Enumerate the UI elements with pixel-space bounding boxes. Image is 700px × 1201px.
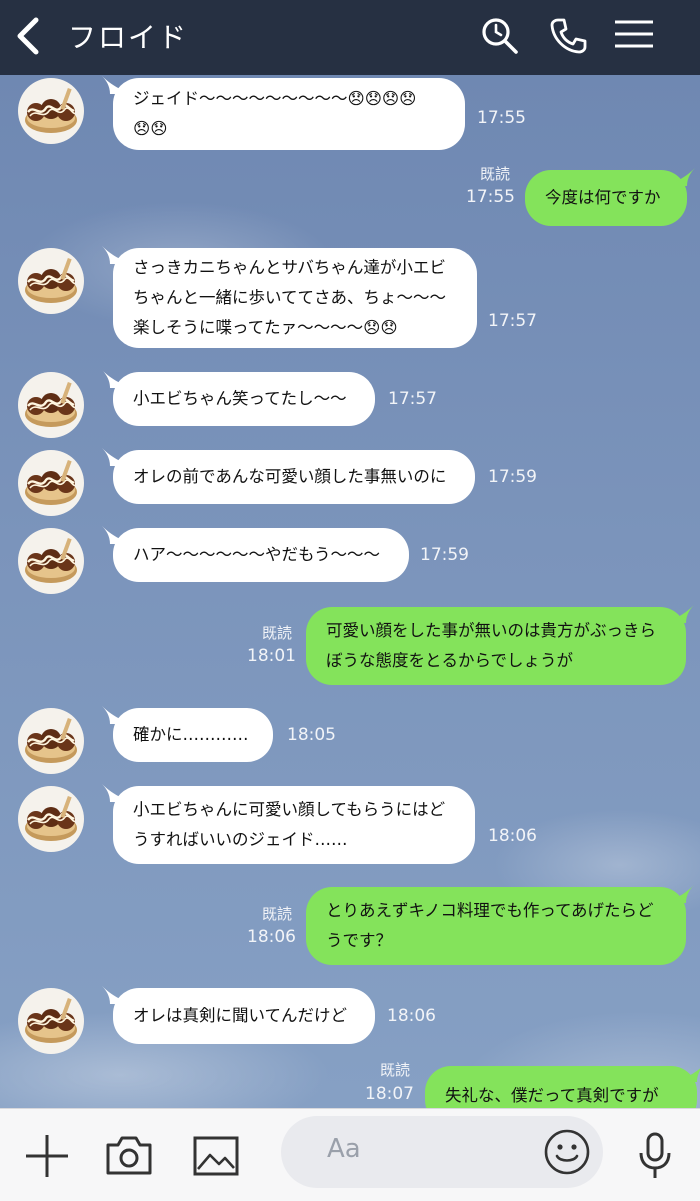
- message-text-line: とりあえずキノコ料理でも作ってあげたらど: [326, 901, 654, 920]
- takoyaki-icon: [25, 459, 77, 505]
- contact-name: フロイド: [68, 21, 189, 54]
- bubble-tail: [685, 1064, 700, 1082]
- image-icon: [193, 1136, 239, 1176]
- message-bubble[interactable]: オレの前であんな可愛い顔した事無いのに: [113, 450, 475, 504]
- message-text-line: ちゃんと一緒に歩いててさあ、ちょ〜〜〜: [133, 288, 447, 307]
- message-text-line: 😞😞: [133, 119, 168, 138]
- message-input[interactable]: Aa: [281, 1116, 603, 1188]
- takoyaki-icon: [25, 795, 77, 841]
- contact-avatar[interactable]: [18, 988, 84, 1054]
- bubble-tail: [675, 168, 697, 186]
- message-bubble[interactable]: 小エビちゃん笑ってたし〜〜: [113, 372, 375, 426]
- message-text-line: 小エビちゃん笑ってたし〜〜: [133, 389, 347, 408]
- message-bubble[interactable]: とりあえずキノコ料理でも作ってあげたらど うです？: [306, 887, 686, 965]
- contact-avatar[interactable]: [18, 78, 84, 144]
- message-list[interactable]: ジェイド〜〜〜〜〜〜〜〜〜😞😞😞😞 😞😞 17:55 今度は何ですか 17:55 既読 さっ…: [0, 75, 700, 1108]
- emoji-button[interactable]: [543, 1128, 591, 1180]
- search-button[interactable]: [478, 14, 522, 58]
- message-text-line: うすればいいのジェイド……: [133, 830, 348, 849]
- contact-avatar[interactable]: [18, 708, 84, 774]
- takoyaki-icon: [25, 87, 77, 133]
- message-text-line: 失礼な、僕だって真剣ですが: [445, 1086, 659, 1105]
- message-input-placeholder: Aa: [327, 1134, 361, 1164]
- voice-button[interactable]: [636, 1131, 674, 1185]
- message-bubble[interactable]: 可愛い顔をした事が無いのは貴方がぶっきら ぼうな態度をとるからでしょうが: [306, 607, 686, 685]
- menu-button[interactable]: [612, 14, 656, 58]
- add-button[interactable]: [24, 1133, 70, 1183]
- message-bubble[interactable]: 失礼な、僕だって真剣ですが: [425, 1066, 697, 1108]
- message-timestamp: 17:59: [420, 545, 469, 565]
- menu-icon: [615, 20, 653, 48]
- back-icon: [17, 17, 39, 55]
- message-bubble[interactable]: オレは真剣に聞いてんだけど: [113, 988, 375, 1044]
- read-receipt: 既読: [262, 624, 293, 642]
- takoyaki-icon: [25, 717, 77, 763]
- message-timestamp: 18:05: [287, 725, 336, 745]
- message-timestamp: 18:01: [247, 646, 296, 666]
- takoyaki-icon: [25, 997, 77, 1043]
- chat-header: フロイド: [0, 0, 700, 75]
- contact-avatar[interactable]: [18, 786, 84, 852]
- contact-avatar[interactable]: [18, 528, 84, 594]
- message-text-line: さっきカニちゃんとサバちゃん達が小エビ: [133, 258, 446, 277]
- takoyaki-icon: [25, 257, 77, 303]
- search-icon: [482, 18, 518, 54]
- message-timestamp: 17:55: [466, 187, 515, 207]
- takoyaki-icon: [25, 537, 77, 583]
- read-receipt: 既読: [380, 1061, 411, 1079]
- message-timestamp: 17:55: [477, 108, 526, 128]
- message-timestamp: 18:07: [365, 1084, 414, 1104]
- message-bubble[interactable]: 今度は何ですか: [525, 170, 687, 226]
- plus-icon: [26, 1135, 68, 1177]
- message-bubble[interactable]: 小エビちゃんに可愛い顔してもらうにはど うすればいいのジェイド……: [113, 786, 475, 864]
- bubble-tail: [674, 885, 696, 903]
- message-bubble[interactable]: ジェイド〜〜〜〜〜〜〜〜〜😞😞😞😞 😞😞: [113, 78, 465, 150]
- message-text-line: オレは真剣に聞いてんだけど: [133, 1006, 348, 1025]
- back-button[interactable]: [12, 15, 46, 57]
- message-text-line: うです？: [326, 931, 392, 950]
- message-timestamp: 18:06: [488, 826, 537, 846]
- camera-button[interactable]: [104, 1133, 154, 1181]
- message-text-line: オレの前であんな可愛い顔した事無いのに: [133, 467, 447, 486]
- message-text-line: ぼうな態度をとるからでしょうが: [326, 651, 574, 670]
- microphone-icon: [639, 1132, 671, 1178]
- message-text-line: 確かに…………: [133, 725, 249, 744]
- message-text-line: 今度は何ですか: [545, 188, 661, 207]
- message-bubble[interactable]: 確かに…………: [113, 708, 273, 762]
- message-bubble[interactable]: ハア〜〜〜〜〜〜やだもう〜〜〜: [113, 528, 409, 582]
- message-timestamp: 17:57: [488, 311, 537, 331]
- message-text-line: 可愛い顔をした事が無いのは貴方がぶっきら: [326, 621, 656, 640]
- emoji-icon: [544, 1129, 590, 1175]
- message-text-line: ジェイド〜〜〜〜〜〜〜〜〜😞😞😞😞: [133, 89, 417, 108]
- message-timestamp: 18:06: [387, 1006, 436, 1026]
- message-bubble[interactable]: さっきカニちゃんとサバちゃん達が小エビ ちゃんと一緒に歩いててさあ、ちょ〜〜〜 楽し…: [113, 248, 477, 348]
- camera-icon: [106, 1136, 152, 1175]
- takoyaki-icon: [25, 381, 77, 427]
- message-timestamp: 17:57: [388, 389, 437, 409]
- message-text-line: ハア〜〜〜〜〜〜やだもう〜〜〜: [133, 545, 381, 564]
- bubble-tail: [674, 605, 696, 623]
- call-button[interactable]: [546, 14, 590, 58]
- read-receipt: 既読: [262, 905, 293, 923]
- message-timestamp: 17:59: [488, 467, 537, 487]
- message-timestamp: 18:06: [247, 927, 296, 947]
- image-button[interactable]: [192, 1135, 240, 1181]
- message-text-line: 楽しそうに喋ってたァ〜〜〜〜😞😞: [133, 318, 398, 337]
- message-text-line: 小エビちゃんに可愛い顔してもらうにはど: [133, 800, 446, 819]
- contact-avatar[interactable]: [18, 450, 84, 516]
- contact-avatar[interactable]: [18, 372, 84, 438]
- read-receipt: 既読: [480, 165, 511, 183]
- phone-icon: [550, 18, 587, 54]
- contact-avatar[interactable]: [18, 248, 84, 314]
